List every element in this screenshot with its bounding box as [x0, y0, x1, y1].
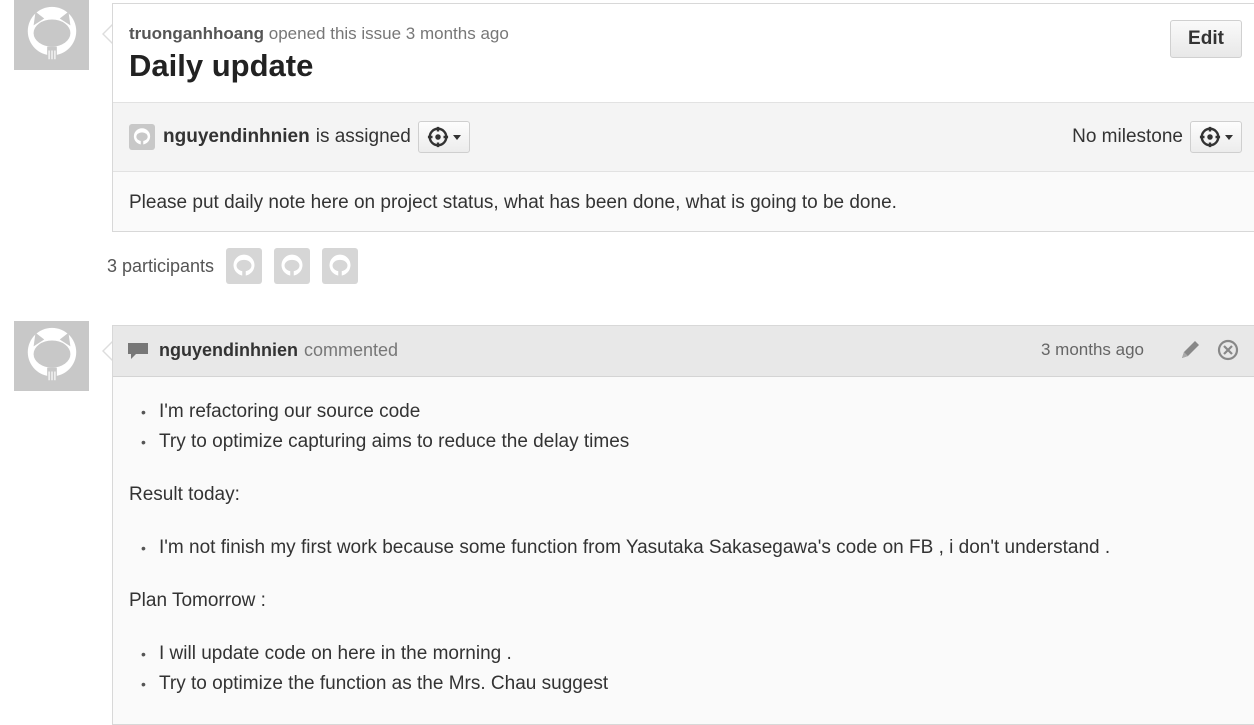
issue-title: Daily update	[129, 48, 314, 83]
gear-icon	[427, 126, 448, 148]
octocat-icon	[27, 327, 76, 384]
milestone-section: No milestone	[1072, 121, 1242, 153]
milestone-text: No milestone	[1072, 126, 1183, 147]
assignee-section: nguyendinhnien is assigned	[129, 121, 470, 153]
edit-button[interactable]: Edit	[1170, 20, 1242, 58]
comment-list-3: I will update code on here in the mornin…	[129, 639, 1238, 699]
gear-icon	[1199, 126, 1221, 148]
list-item: Try to optimize the function as the Mrs.…	[141, 669, 1238, 699]
chevron-down-icon	[452, 134, 461, 140]
octocat-icon	[329, 254, 351, 277]
participant-avatar[interactable]	[322, 248, 359, 284]
assigned-text: is assigned	[315, 126, 411, 147]
issue-opened-text: opened this issue 3 months ago	[268, 24, 509, 43]
comment-list-2: I'm not finish my first work because som…	[129, 533, 1238, 563]
participants-label: 3 participants	[107, 255, 215, 276]
close-circle-icon[interactable]	[1216, 338, 1240, 362]
participant-avatar[interactable]	[274, 248, 311, 284]
list-item: I will update code on here in the mornin…	[141, 639, 1238, 669]
comment-list-1: I'm refactoring our source code Try to o…	[129, 397, 1238, 457]
list-item: I'm refactoring our source code	[141, 397, 1238, 427]
assignee-avatar[interactable]	[129, 124, 155, 150]
comment-header: nguyendinhnien commented 3 months ago	[113, 326, 1254, 377]
comment-author-link[interactable]: nguyendinhnien	[159, 340, 298, 361]
list-item: I'm not finish my first work because som…	[141, 533, 1238, 563]
octocat-icon	[27, 6, 76, 63]
participant-avatar[interactable]	[226, 248, 263, 284]
list-item: Try to optimize capturing aims to reduce…	[141, 427, 1238, 457]
comment-actions: 3 months ago	[1041, 338, 1240, 362]
octocat-icon	[133, 128, 151, 146]
octocat-icon	[233, 254, 255, 277]
octocat-icon	[281, 254, 303, 277]
milestone-settings-button[interactable]	[1190, 121, 1242, 153]
issue-container: truonganhhoang opened this issue 3 month…	[112, 3, 1254, 232]
assignee-link[interactable]: nguyendinhnien	[163, 126, 310, 148]
comment-timestamp[interactable]: 3 months ago	[1041, 340, 1144, 360]
issue-author-avatar[interactable]	[14, 0, 89, 70]
plan-heading: Plan Tomorrow :	[129, 590, 266, 611]
assignee-settings-button[interactable]	[417, 121, 470, 153]
issue-body: Please put daily note here on project st…	[129, 192, 897, 213]
chevron-down-icon	[1225, 134, 1233, 140]
issue-meta: truonganhhoang opened this issue 3 month…	[129, 24, 509, 44]
comment-container: nguyendinhnien commented 3 months ago I'…	[112, 325, 1254, 725]
result-heading: Result today:	[129, 484, 240, 505]
issue-header: truonganhhoang opened this issue 3 month…	[113, 4, 1254, 103]
comment-meta: nguyendinhnien commented	[127, 340, 398, 361]
pencil-icon[interactable]	[1178, 338, 1202, 362]
participants-bar: 3 participants	[107, 248, 359, 284]
speech-bubble-icon	[128, 342, 148, 359]
issue-author-link[interactable]: truonganhhoang	[129, 24, 264, 43]
comment-action: commented	[304, 340, 399, 360]
comment-author-avatar[interactable]	[14, 321, 89, 391]
comment-body: I'm refactoring our source code Try to o…	[113, 377, 1254, 719]
assignment-bar: nguyendinhnien is assigned No milestone	[113, 103, 1254, 172]
